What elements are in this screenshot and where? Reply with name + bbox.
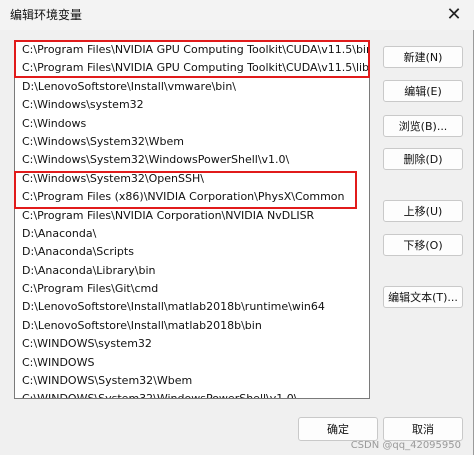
ok-button[interactable]: 确定	[298, 417, 378, 441]
edit-text-button[interactable]: 编辑文本(T)...	[383, 286, 463, 308]
move-down-button[interactable]: 下移(O)	[383, 234, 463, 256]
edit-button[interactable]: 编辑(E)	[383, 80, 463, 102]
delete-button[interactable]: 删除(D)	[383, 148, 463, 170]
move-up-button[interactable]: 上移(U)	[383, 200, 463, 222]
path-list-item[interactable]: D:\LenovoSoftstore\Install\matlab2018b\r…	[15, 298, 369, 316]
watermark: CSDN @qq_42095950	[350, 440, 461, 451]
path-list-item[interactable]: D:\LenovoSoftstore\Install\matlab2018b\b…	[15, 317, 369, 335]
path-list-item[interactable]: C:\Program Files (x86)\NVIDIA Corporatio…	[15, 188, 369, 206]
path-list-item[interactable]: C:\Program Files\NVIDIA Corporation\NVID…	[15, 207, 369, 225]
path-list-item[interactable]: C:\Windows\System32\WindowsPowerShell\v1…	[15, 151, 369, 169]
path-list-item[interactable]: C:\Windows\System32\OpenSSH\	[15, 170, 369, 188]
path-list-item[interactable]: D:\Anaconda\Library\bin	[15, 262, 369, 280]
path-list-item[interactable]: C:\Program Files\Git\cmd	[15, 280, 369, 298]
path-list-item[interactable]: D:\Anaconda\	[15, 225, 369, 243]
path-list-item[interactable]: C:\WINDOWS	[15, 354, 369, 372]
path-list-item[interactable]: C:\WINDOWS\system32	[15, 335, 369, 353]
path-list-item[interactable]: C:\WINDOWS\System32\WindowsPowerShell\v1…	[15, 390, 369, 398]
new-button[interactable]: 新建(N)	[383, 46, 463, 68]
title-bar: 编辑环境变量 ✕	[0, 0, 474, 30]
path-list-item[interactable]: C:\Program Files\NVIDIA GPU Computing To…	[15, 59, 369, 77]
path-list-item[interactable]: C:\Windows	[15, 115, 369, 133]
cancel-button[interactable]: 取消	[383, 417, 463, 441]
dialog-title: 编辑环境变量	[10, 8, 83, 22]
path-list-item[interactable]: C:\WINDOWS\System32\Wbem	[15, 372, 369, 390]
path-list-item[interactable]: C:\Windows\system32	[15, 96, 369, 114]
path-list[interactable]: C:\Program Files\NVIDIA GPU Computing To…	[14, 40, 370, 399]
close-icon[interactable]: ✕	[442, 2, 466, 26]
path-list-item[interactable]: D:\Anaconda\Scripts	[15, 243, 369, 261]
path-list-item[interactable]: C:\Windows\System32\Wbem	[15, 133, 369, 151]
path-list-item[interactable]: C:\Program Files\NVIDIA GPU Computing To…	[15, 41, 369, 59]
browse-button[interactable]: 浏览(B)...	[383, 115, 463, 137]
path-list-item[interactable]: D:\LenovoSoftstore\Install\vmware\bin\	[15, 78, 369, 96]
edit-env-var-dialog: 编辑环境变量 ✕ C:\Program Files\NVIDIA GPU Com…	[0, 0, 474, 455]
